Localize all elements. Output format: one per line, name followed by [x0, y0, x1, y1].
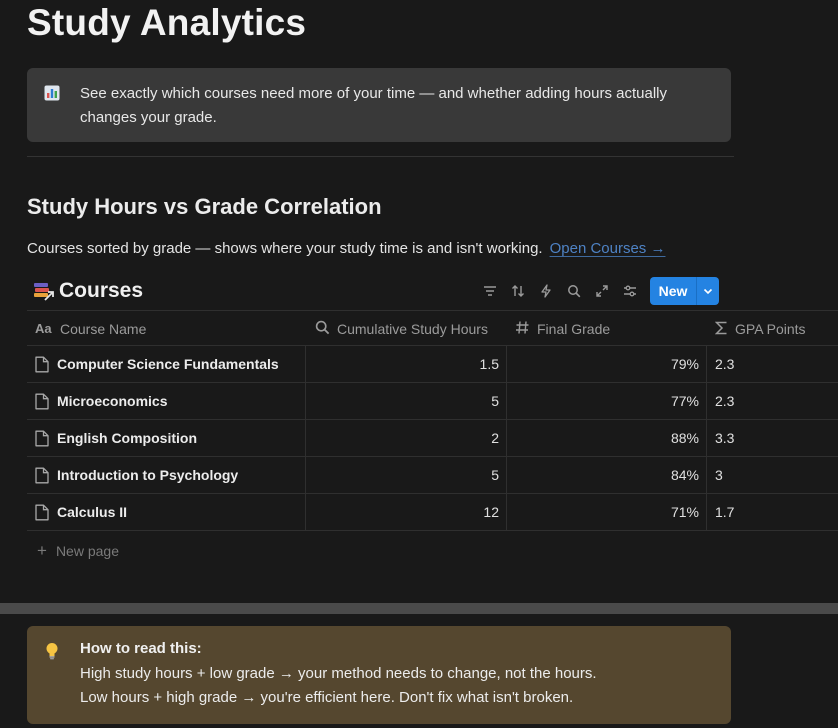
number-property-icon — [515, 320, 537, 338]
database-header: Courses New — [27, 276, 838, 308]
course-name-cell[interactable]: English Composition — [35, 420, 305, 456]
search-icon[interactable] — [563, 280, 585, 302]
filter-icon[interactable] — [479, 280, 501, 302]
study-hours-cell[interactable]: 12 — [307, 494, 499, 530]
books-link-icon — [33, 280, 55, 302]
course-name-cell[interactable]: Microeconomics — [35, 383, 305, 419]
tip-line: Low hours + high grade → you're efficien… — [80, 689, 574, 706]
gpa-points-cell[interactable]: 1.7 — [715, 494, 835, 530]
final-grade-cell[interactable]: 71% — [507, 494, 699, 530]
column-label: GPA Points — [735, 321, 806, 337]
svg-text:Aa: Aa — [35, 321, 52, 335]
final-grade-cell[interactable]: 79% — [507, 346, 699, 382]
settings-icon[interactable] — [619, 280, 641, 302]
table-header: Aa Course Name Cumulative Study Hours Fi… — [27, 310, 838, 346]
final-grade-cell[interactable]: 77% — [507, 383, 699, 419]
tip-title: How to read this: — [80, 640, 202, 657]
table-row[interactable]: Calculus II 12 71% 1.7 — [27, 494, 838, 531]
section-separator-band — [0, 603, 838, 614]
cell-divider — [305, 457, 306, 493]
study-hours-cell[interactable]: 2 — [307, 420, 499, 456]
column-header-study-hours[interactable]: Cumulative Study Hours — [315, 311, 488, 347]
intro-callout: See exactly which courses need more of y… — [27, 68, 731, 142]
study-hours-cell[interactable]: 5 — [307, 383, 499, 419]
cell-divider — [305, 346, 306, 382]
table-body: Computer Science Fundamentals 1.5 79% 2.3 Mi… — [27, 346, 838, 531]
gpa-points-cell[interactable]: 3.3 — [715, 420, 835, 456]
page-icon — [35, 393, 57, 410]
title-property-icon: Aa — [35, 321, 60, 338]
cell-divider — [706, 494, 707, 530]
table-row[interactable]: Computer Science Fundamentals 1.5 79% 2.3 — [27, 346, 838, 383]
column-header-course-name[interactable]: Aa Course Name — [35, 311, 146, 347]
divider — [27, 156, 734, 157]
cell-divider — [706, 457, 707, 493]
subtitle-text: Courses sorted by grade — shows where yo… — [27, 240, 543, 257]
plus-icon: + — [37, 541, 47, 560]
course-name: Computer Science Fundamentals — [57, 356, 279, 372]
final-grade-cell[interactable]: 84% — [507, 457, 699, 493]
chevron-down-icon[interactable] — [697, 277, 719, 305]
course-name-cell[interactable]: Introduction to Psychology — [35, 457, 305, 493]
course-name: English Composition — [57, 430, 197, 446]
table-row[interactable]: Introduction to Psychology 5 84% 3 — [27, 457, 838, 494]
cell-divider — [706, 420, 707, 456]
column-label: Course Name — [60, 321, 147, 337]
cell-divider — [305, 383, 306, 419]
final-grade-cell[interactable]: 88% — [507, 420, 699, 456]
section-heading: Study Hours vs Grade Correlation — [27, 194, 382, 219]
bar-chart-icon — [44, 85, 60, 101]
page-icon — [35, 504, 57, 521]
new-page-label: New page — [55, 543, 119, 559]
course-name: Calculus II — [57, 504, 128, 520]
cell-divider — [305, 420, 306, 456]
gpa-points-cell[interactable]: 2.3 — [715, 383, 835, 419]
tip-callout: How to read this: High study hours + low… — [27, 626, 731, 724]
database-title[interactable]: Courses — [59, 279, 143, 303]
cell-divider — [706, 346, 707, 382]
section-subtitle: Courses sorted by grade — shows where yo… — [27, 240, 665, 257]
column-header-final-grade[interactable]: Final Grade — [515, 311, 610, 347]
page-icon — [35, 356, 57, 373]
open-courses-link[interactable]: Open Courses → — [550, 240, 666, 257]
course-name: Introduction to Psychology — [57, 467, 239, 483]
page-icon — [35, 430, 57, 447]
cell-divider — [305, 494, 306, 530]
column-header-gpa-points[interactable]: GPA Points — [714, 311, 806, 347]
column-label: Cumulative Study Hours — [337, 321, 488, 337]
course-name-cell[interactable]: Calculus II — [35, 494, 305, 530]
new-button[interactable]: New — [650, 277, 696, 305]
course-name: Microeconomics — [57, 393, 168, 409]
table-row[interactable]: English Composition 2 88% 3.3 — [27, 420, 838, 457]
study-hours-cell[interactable]: 5 — [307, 457, 499, 493]
column-label: Final Grade — [537, 321, 611, 337]
formula-property-icon — [714, 321, 735, 338]
page: Study Analytics See exactly which course… — [0, 0, 838, 728]
course-name-cell[interactable]: Computer Science Fundamentals — [35, 346, 305, 382]
gpa-points-cell[interactable]: 2.3 — [715, 346, 835, 382]
table-row[interactable]: Microeconomics 5 77% 2.3 — [27, 383, 838, 420]
expand-icon[interactable] — [591, 280, 613, 302]
new-page-button[interactable]: + New page — [37, 541, 119, 561]
automation-icon[interactable] — [535, 280, 557, 302]
rollup-property-icon — [315, 320, 337, 338]
tip-line: High study hours + low grade → your meth… — [80, 665, 597, 682]
lightbulb-icon — [44, 642, 60, 660]
cell-divider — [706, 383, 707, 419]
study-hours-cell[interactable]: 1.5 — [307, 346, 499, 382]
page-title: Study Analytics — [27, 2, 307, 43]
new-button-group: New — [650, 277, 719, 305]
page-icon — [35, 467, 57, 484]
intro-callout-text: See exactly which courses need more of y… — [80, 85, 667, 126]
sort-icon[interactable] — [507, 280, 529, 302]
gpa-points-cell[interactable]: 3 — [715, 457, 835, 493]
courses-table: Aa Course Name Cumulative Study Hours Fi… — [27, 310, 838, 531]
